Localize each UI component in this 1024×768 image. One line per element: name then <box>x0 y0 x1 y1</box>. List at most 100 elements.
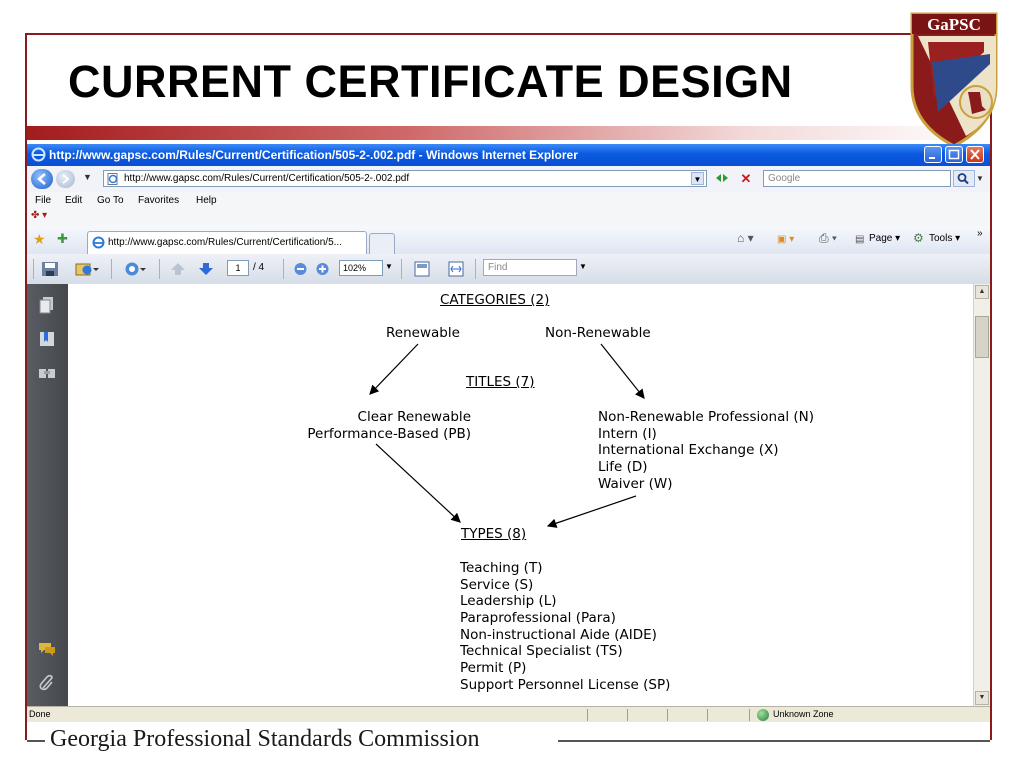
search-input[interactable]: Google <box>763 170 951 187</box>
stop-button[interactable]: ✕ <box>737 171 755 187</box>
ie-icon <box>31 147 46 162</box>
slide-title: CURRENT CERTIFICATE DESIGN <box>68 56 793 107</box>
signatures-icon[interactable] <box>37 364 57 382</box>
status-text: Done <box>29 709 51 719</box>
search-icon <box>957 173 969 185</box>
back-arrow-icon <box>37 173 46 185</box>
page-total: / 4 <box>253 262 265 273</box>
find-dropdown-icon[interactable]: ▼ <box>579 262 587 271</box>
logo-text: GaPSC <box>927 15 981 34</box>
scroll-up-button[interactable]: ▲ <box>975 285 989 299</box>
find-input[interactable]: Find <box>483 259 577 276</box>
search-placeholder: Google <box>768 173 801 184</box>
next-page-icon[interactable] <box>197 261 215 277</box>
menu-favorites[interactable]: Favorites <box>138 195 179 206</box>
find-placeholder: Find <box>488 262 508 273</box>
gapsc-logo: GaPSC <box>910 12 998 148</box>
window-title: http://www.gapsc.com/Rules/Current/Certi… <box>49 148 578 162</box>
tools-menu-label: Tools <box>929 233 953 244</box>
home-icon[interactable]: ⌂ ▾ <box>737 231 754 245</box>
status-bar: Done Unknown Zone <box>27 706 990 722</box>
status-divider <box>587 709 588 721</box>
collaborate-icon[interactable] <box>123 261 147 277</box>
title-gradient-band <box>27 126 990 140</box>
url-input[interactable]: http://www.gapsc.com/Rules/Current/Certi… <box>103 170 707 187</box>
zoom-in-icon[interactable] <box>315 261 330 277</box>
pdf-document-view[interactable]: CATEGORIES (2) Renewable Non-Renewable T… <box>68 284 973 706</box>
zoom-out-icon[interactable] <box>293 261 308 277</box>
page-menu-icon: ▤ <box>855 234 865 245</box>
toolbar-separator <box>33 259 34 279</box>
url-dropdown-icon[interactable]: ▼ <box>691 172 704 185</box>
feeds-icon[interactable]: ▣ ▾ <box>777 234 794 245</box>
footer-text: Georgia Professional Standards Commissio… <box>50 726 480 752</box>
refresh-button[interactable] <box>711 171 733 187</box>
comments-icon[interactable] <box>37 640 57 658</box>
fit-page-icon[interactable] <box>413 261 431 277</box>
toolbar-separator <box>159 259 160 279</box>
toolbar-overflow-icon[interactable]: » <box>977 228 983 239</box>
zoom-dropdown-icon[interactable]: ▼ <box>385 262 393 271</box>
tools-gear-icon: ⚙ <box>913 231 924 245</box>
vertical-scrollbar[interactable]: ▲ ▼ <box>973 284 990 706</box>
footer-rule-right <box>558 740 990 742</box>
slide-frame-top <box>25 33 992 35</box>
menu-go-to[interactable]: Go To <box>97 195 124 206</box>
toolbar-separator <box>283 259 284 279</box>
menu-file[interactable]: File <box>35 195 51 206</box>
fit-width-icon[interactable] <box>447 261 465 277</box>
arrow-nonrenewable-to-titles <box>600 343 645 399</box>
page-icon <box>107 173 118 185</box>
hierarchy-arrows <box>369 343 645 528</box>
history-dropdown-icon[interactable]: ▼ <box>83 172 92 182</box>
page-menu-label: Page <box>869 233 893 244</box>
close-button[interactable] <box>966 146 984 163</box>
status-divider <box>707 709 708 721</box>
email-icon[interactable] <box>75 261 99 277</box>
status-divider <box>627 709 628 721</box>
menu-edit[interactable]: Edit <box>65 195 82 206</box>
window-titlebar[interactable]: http://www.gapsc.com/Rules/Current/Certi… <box>27 144 990 166</box>
pages-icon[interactable] <box>37 296 57 314</box>
forward-button[interactable] <box>56 170 75 188</box>
favorites-star-icon[interactable]: ★ <box>33 231 46 248</box>
new-tab-button[interactable] <box>369 233 395 254</box>
toolbar-separator <box>401 259 402 279</box>
bookmarks-icon[interactable] <box>37 330 57 348</box>
arrow-renewable-to-titles <box>369 343 419 395</box>
forward-arrow-icon <box>62 174 70 184</box>
arrow-nonrenewable-titles-to-types <box>546 495 637 528</box>
search-options-dropdown-icon[interactable]: ▼ <box>976 170 987 187</box>
save-icon[interactable] <box>41 261 59 277</box>
minimize-button[interactable] <box>924 146 942 163</box>
tab-bar: ★ ✚ http://www.gapsc.com/Rules/Current/C… <box>27 226 990 255</box>
menu-help[interactable]: Help <box>196 195 217 206</box>
security-zone: Unknown Zone <box>773 709 834 719</box>
search-button[interactable] <box>953 170 975 187</box>
address-bar: ▼ http://www.gapsc.com/Rules/Current/Cer… <box>27 166 990 193</box>
back-button[interactable] <box>31 169 53 189</box>
page-menu[interactable]: Page ▾ <box>869 233 900 244</box>
attachments-icon[interactable] <box>37 674 57 692</box>
footer-rule-left <box>27 740 45 742</box>
print-icon[interactable]: ⎙ ▾ <box>819 231 837 246</box>
tab-title: http://www.gapsc.com/Rules/Current/Certi… <box>108 237 342 248</box>
menu-bar: File Edit Go To Favorites Help ✤ ▾ <box>27 192 990 227</box>
tab-current[interactable]: http://www.gapsc.com/Rules/Current/Certi… <box>87 231 367 254</box>
scroll-down-button[interactable]: ▼ <box>975 691 989 705</box>
scroll-thumb[interactable] <box>975 316 989 358</box>
zoom-input[interactable]: 102% <box>339 260 383 276</box>
ie-icon <box>92 236 105 249</box>
previous-page-icon[interactable] <box>169 261 187 277</box>
browser-window: http://www.gapsc.com/Rules/Current/Certi… <box>27 144 990 722</box>
pdf-toolbar: 1 / 4 102% ▼ Find ▼ <box>27 254 990 285</box>
page-number-input[interactable]: 1 <box>227 260 249 276</box>
tools-menu[interactable]: Tools ▾ <box>929 233 960 244</box>
extension-icon[interactable]: ✤ ▾ <box>31 210 47 221</box>
toolbar-separator <box>111 259 112 279</box>
toolbar-separator <box>475 259 476 279</box>
add-favorites-icon[interactable]: ✚ <box>57 231 68 247</box>
globe-icon <box>757 709 769 721</box>
arrow-renewable-titles-to-types <box>375 443 461 523</box>
maximize-button[interactable] <box>945 146 963 163</box>
